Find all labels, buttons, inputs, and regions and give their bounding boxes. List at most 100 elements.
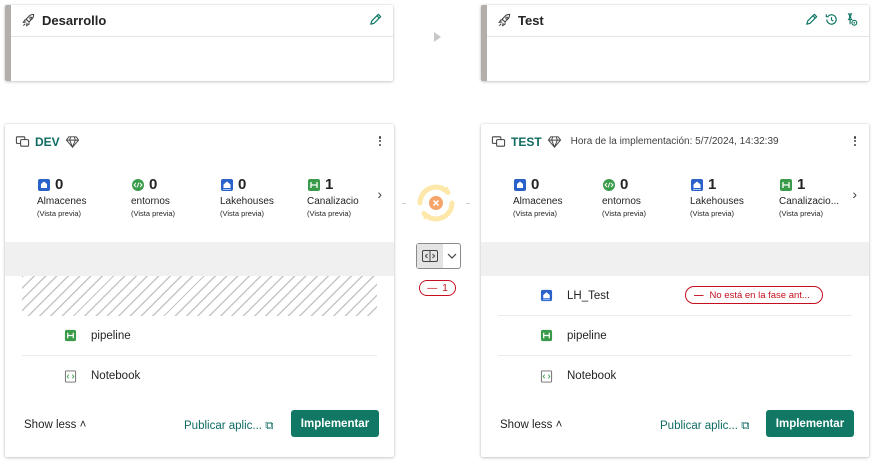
compare-button[interactable] [416, 243, 461, 269]
workspace-name[interactable]: DEV [35, 135, 60, 149]
count-environments[interactable]: 0 entornos (Vista previa) [602, 176, 682, 218]
pipeline-icon [308, 178, 320, 191]
publish-app-label: Publicar aplic... [184, 420, 262, 432]
count-lakehouses[interactable]: 1 Lakehouses (Vista previa) [690, 176, 770, 218]
connector-line [402, 203, 406, 204]
chevron-right-icon[interactable]: › [852, 186, 857, 202]
count-sublabel: (Vista previa) [131, 209, 176, 218]
lakehouse-icon [221, 178, 233, 191]
rocket-icon [22, 13, 35, 27]
item-name: pipeline [91, 329, 131, 342]
count-sublabel: (Vista previa) [513, 209, 558, 218]
count-label: Canalizacio... [779, 196, 840, 207]
deploy-button[interactable]: Implementar [291, 410, 379, 437]
item-name: LH_Test [567, 289, 610, 302]
lakehouse-icon [540, 289, 553, 302]
workspace-panel-dev: DEV 0 Almacenes (Vista previa) 0 entorno… [5, 124, 394, 457]
deployment-time: Hora de la implementación: 5/7/2024, 14:… [570, 136, 779, 147]
workspace-panel-test: TEST Hora de la implementación: 5/7/2024… [481, 124, 869, 457]
badge-label: No está en la fase ant... [709, 289, 810, 301]
count-label: entornos [602, 196, 641, 207]
workspace-icon [15, 136, 30, 147]
count-sublabel: (Vista previa) [690, 209, 735, 218]
pipeline-icon [780, 178, 792, 191]
lakehouse-icon [691, 178, 703, 191]
count-value: 0 [238, 176, 247, 193]
count-sublabel: (Vista previa) [37, 209, 82, 218]
sync-status-icon [417, 184, 455, 222]
notebook-icon [64, 369, 77, 383]
premium-diamond-icon [547, 136, 561, 149]
count-lakehouses[interactable]: 0 Lakehouses (Vista previa) [220, 176, 300, 218]
chevron-right-icon[interactable]: › [377, 186, 382, 202]
count-label: Canalizacio [307, 196, 359, 207]
count-value: 0 [55, 176, 64, 193]
workspace-name[interactable]: TEST [511, 135, 542, 149]
count-sublabel: (Vista previa) [220, 209, 265, 218]
environment-icon [132, 178, 144, 191]
show-less-toggle[interactable]: Show less ˄ [24, 419, 86, 431]
stage-arrow-icon [434, 32, 441, 42]
more-options-icon[interactable] [851, 134, 859, 148]
item-counts: 0 Almacenes (Vista previa) 0 entornos (V… [513, 176, 839, 232]
notebook-icon [540, 369, 553, 383]
more-options-icon[interactable] [376, 134, 384, 148]
connector-line [466, 203, 470, 204]
count-value: 1 [325, 176, 334, 193]
count-warehouses[interactable]: 0 Almacenes (Vista previa) [513, 176, 593, 218]
count-value: 0 [620, 176, 629, 193]
chevron-down-icon[interactable] [443, 244, 460, 268]
external-link-icon: ⧉ [265, 420, 274, 432]
count-label: Almacenes [513, 196, 563, 207]
count-sublabel: (Vista previa) [779, 209, 824, 218]
compare-icon [417, 244, 443, 268]
list-item[interactable]: pipeline [498, 316, 852, 356]
count-pipelines[interactable]: 1 Canalizacio (Vista previa) [307, 176, 365, 218]
count-value: 0 [531, 176, 540, 193]
warehouse-icon [514, 178, 526, 191]
missing-item-placeholder [22, 276, 377, 316]
show-less-label: Show less [24, 419, 77, 431]
list-item[interactable]: pipeline [22, 316, 377, 356]
chevron-up-icon: ˄ [79, 419, 87, 431]
premium-diamond-icon [65, 136, 79, 149]
edit-pencil-icon[interactable] [804, 12, 819, 27]
deploy-button[interactable]: Implementar [766, 410, 854, 437]
count-warehouses[interactable]: 0 Almacenes (Vista previa) [37, 176, 117, 218]
edit-pencil-icon[interactable] [368, 12, 383, 27]
warehouse-icon [38, 178, 50, 191]
pipeline-icon [540, 329, 553, 342]
stage-header: Desarrollo [11, 5, 393, 37]
count-value: 0 [149, 176, 158, 193]
publish-app-link[interactable]: Publicar aplic... ⧉ [660, 420, 749, 433]
list-item[interactable]: LH_Test — No está en la fase ant... [498, 276, 852, 316]
history-icon[interactable] [824, 12, 839, 27]
count-label: Lakehouses [690, 196, 744, 207]
stage-card-test[interactable]: Test [481, 5, 869, 81]
item-name: pipeline [567, 329, 607, 342]
minus-icon: — [694, 289, 704, 301]
difference-count-badge[interactable]: — 1 [419, 280, 456, 296]
rocket-icon [498, 13, 511, 27]
header-band [481, 242, 869, 276]
workspace-icon [491, 136, 506, 147]
count-label: entornos [131, 196, 170, 207]
stage-card-dev[interactable]: Desarrollo [5, 5, 393, 81]
list-item[interactable]: Notebook [22, 356, 377, 396]
item-name: Notebook [567, 370, 617, 382]
external-link-icon: ⧉ [741, 420, 750, 432]
stage-title: Desarrollo [42, 13, 107, 28]
list-item[interactable]: Notebook [498, 356, 852, 396]
publish-app-link[interactable]: Publicar aplic... ⧉ [184, 420, 273, 433]
item-counts: 0 Almacenes (Vista previa) 0 entornos (V… [37, 176, 364, 232]
count-sublabel: (Vista previa) [602, 209, 647, 218]
show-less-toggle[interactable]: Show less ˄ [500, 419, 562, 431]
count-pipelines[interactable]: 1 Canalizacio... (Vista previa) [779, 176, 841, 218]
show-less-label: Show less [500, 419, 553, 431]
not-in-previous-stage-badge[interactable]: — No está en la fase ant... [685, 286, 823, 304]
count-value: 1 [708, 176, 717, 193]
count-environments[interactable]: 0 entornos (Vista previa) [131, 176, 211, 218]
deployment-rules-icon[interactable] [844, 12, 859, 27]
diff-count: 1 [442, 282, 448, 294]
diff-minus-icon: — [427, 282, 438, 294]
